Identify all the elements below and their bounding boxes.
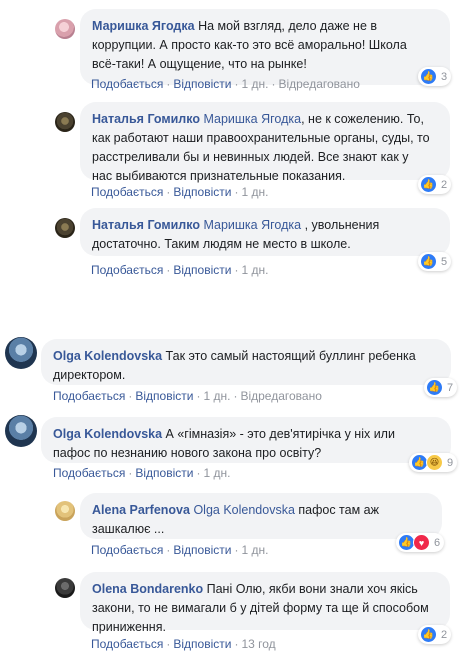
comment-bubble: Наталья Гомилко Маришка Ягодка, не к сож…: [80, 102, 450, 183]
mention-link[interactable]: Маришка Ягодка: [203, 218, 301, 232]
like-link[interactable]: Подобається: [91, 637, 163, 651]
reply-link[interactable]: Відповісти: [173, 543, 231, 557]
like-icon: 👍: [420, 176, 437, 193]
reaction-count: 7: [447, 381, 454, 394]
avatar[interactable]: [5, 337, 37, 369]
comment-bubble: Маришка Ягодка На мой взгляд, дело даже …: [80, 9, 450, 85]
like-icon: 👍: [426, 379, 443, 396]
edited-label[interactable]: Відредаговано: [278, 77, 359, 91]
comment-author[interactable]: Alena Parfenova: [92, 503, 190, 517]
timestamp[interactable]: 13 год: [241, 637, 275, 651]
comment-text: приниження.: [92, 620, 166, 634]
love-icon: ♥: [413, 534, 430, 551]
like-link[interactable]: Подобається: [53, 466, 125, 480]
comment-text: пафос по незнанию нового закона про осві…: [53, 446, 322, 460]
reply-link[interactable]: Відповісти: [173, 263, 231, 277]
avatar[interactable]: [55, 578, 75, 598]
like-icon: 👍: [420, 68, 437, 85]
reactions-badge[interactable]: 👍 2: [418, 175, 452, 194]
comment-text: пафос там аж: [294, 503, 379, 517]
timestamp[interactable]: 1 дн.: [241, 77, 268, 91]
comment-text: всё-таки! А ощущение, что на рынке!: [92, 57, 307, 71]
comment-text: коррупции. А просто как-то это всё амора…: [92, 38, 407, 52]
reactions-badge[interactable]: 👍 ♥ 6: [396, 533, 445, 552]
reactions-badge[interactable]: 👍 7: [424, 378, 458, 397]
comment-bubble: Olga Kolendovska Так это самый настоящий…: [41, 339, 451, 385]
comment-text: Пані Олю, якби вони знали хоч якісь: [206, 582, 418, 596]
timestamp[interactable]: 1 дн.: [203, 466, 230, 480]
comment-actions: Подобається · Відповісти · 1 дн. · Відредагова…: [91, 77, 360, 91]
comment-text: закони, то не вимагали б у дітей форму т…: [92, 601, 429, 615]
timestamp[interactable]: 1 дн.: [241, 185, 268, 199]
comment-author[interactable]: Наталья Гомилко: [92, 112, 200, 126]
comment-text: директором.: [53, 368, 126, 382]
like-link[interactable]: Подобається: [53, 389, 125, 403]
timestamp[interactable]: 1 дн.: [203, 389, 230, 403]
comment-actions: Подобається · Відповісти · 13 год: [91, 637, 276, 651]
comment-author[interactable]: Olga Kolendovska: [53, 349, 162, 363]
comment-actions: Подобається · Відповісти · 1 дн.: [91, 263, 269, 277]
reactions-badge[interactable]: 👍 5: [418, 252, 452, 271]
comment-text: , не к сожелению. То,: [301, 112, 424, 126]
avatar[interactable]: [5, 415, 37, 447]
comment-actions: Подобається · Відповісти · 1 дн.: [91, 543, 269, 557]
haha-icon: 😆: [426, 454, 443, 471]
reaction-count: 9: [447, 456, 454, 469]
avatar[interactable]: [55, 112, 75, 132]
comment-bubble: Alena Parfenova Olga Kolendovska пафос т…: [80, 493, 442, 539]
reply-link[interactable]: Відповісти: [135, 389, 193, 403]
like-icon: 👍: [420, 626, 437, 643]
reply-link[interactable]: Відповісти: [135, 466, 193, 480]
comment-author[interactable]: Olena Bondarenko: [92, 582, 203, 596]
comment-text: как работают наши правоохранительные орг…: [92, 131, 430, 145]
like-icon: 👍: [420, 253, 437, 270]
reactions-badge[interactable]: 👍 😆 9: [409, 453, 458, 472]
comment-text: Так это самый настоящий буллинг ребенка: [165, 349, 416, 363]
like-link[interactable]: Подобається: [91, 263, 163, 277]
edited-label[interactable]: Відредаговано: [240, 389, 321, 403]
reactions-badge[interactable]: 👍 3: [418, 67, 452, 86]
timestamp[interactable]: 1 дн.: [241, 263, 268, 277]
reaction-count: 6: [434, 536, 441, 549]
mention-link[interactable]: Olga Kolendovska: [193, 503, 294, 517]
comment-author[interactable]: Olga Kolendovska: [53, 427, 162, 441]
comment-text: А «гімназія» - это дев'ятирічка у ніх ил…: [165, 427, 395, 441]
like-link[interactable]: Подобається: [91, 185, 163, 199]
reaction-count: 5: [441, 255, 448, 268]
reaction-count: 3: [441, 70, 448, 83]
comment-bubble: Olena Bondarenko Пані Олю, якби вони зна…: [80, 572, 450, 634]
comment-text: На мой взгляд, дело даже не в: [198, 19, 378, 33]
comment-text: , увольнения: [301, 218, 380, 232]
like-link[interactable]: Подобається: [91, 77, 163, 91]
comment-author[interactable]: Наталья Гомилко: [92, 218, 200, 232]
reaction-count: 2: [441, 178, 448, 191]
mention-link[interactable]: Маришка Ягодка: [203, 112, 301, 126]
avatar[interactable]: [55, 218, 75, 238]
comment-actions: Подобається · Відповісти · 1 дн.: [53, 466, 231, 480]
avatar[interactable]: [55, 19, 75, 39]
reply-link[interactable]: Відповісти: [173, 77, 231, 91]
reaction-count: 2: [441, 628, 448, 641]
comment-bubble: Olga Kolendovska А «гімназія» - это дев'…: [41, 417, 451, 463]
like-link[interactable]: Подобається: [91, 543, 163, 557]
comment-text: нас выбиваются признательные показания.: [92, 169, 346, 183]
reply-link[interactable]: Відповісти: [173, 637, 231, 651]
reactions-badge[interactable]: 👍 2: [418, 625, 452, 644]
comment-text: достаточно. Таким людям не место в школе…: [92, 237, 351, 251]
comment-author[interactable]: Маришка Ягодка: [92, 19, 195, 33]
comment-text: зашкалює ...: [92, 522, 165, 536]
reply-link[interactable]: Відповісти: [173, 185, 231, 199]
comment-bubble: Наталья Гомилко Маришка Ягодка , увольне…: [80, 208, 450, 256]
avatar[interactable]: [55, 501, 75, 521]
comment-actions: Подобається · Відповісти · 1 дн.: [91, 185, 269, 199]
comment-text: расстреливали бы и невинных людей. Все з…: [92, 150, 409, 164]
timestamp[interactable]: 1 дн.: [241, 543, 268, 557]
comment-actions: Подобається · Відповісти · 1 дн. · Відредагова…: [53, 389, 322, 403]
